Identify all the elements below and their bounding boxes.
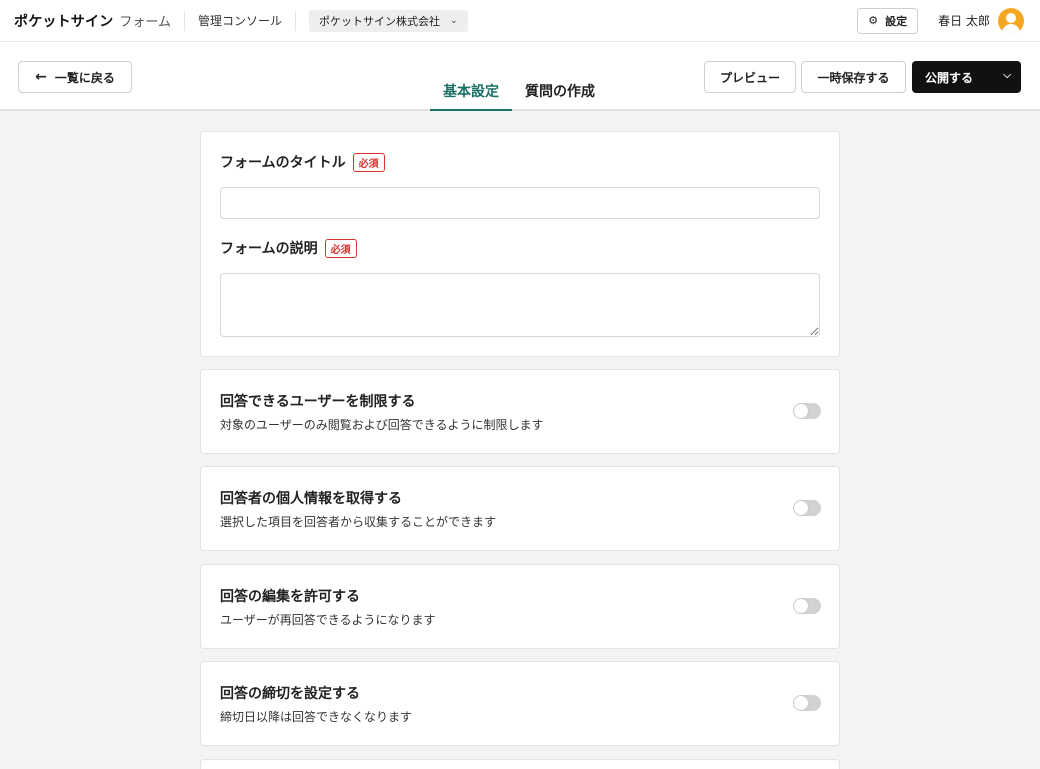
restrict-users-toggle[interactable] [793,403,821,419]
back-to-list-button[interactable]: ← 一覧に戻る [18,61,132,93]
setting-card-partial [200,759,840,769]
publish-label: 公開する [925,70,974,85]
back-label: 一覧に戻る [54,70,115,85]
tab-bar: 基本設定 質問の作成 [430,66,608,111]
chevron-down-icon: ⌄ [450,15,458,26]
header-divider [184,10,186,31]
preview-button[interactable]: プレビュー [704,61,796,93]
user-name[interactable]: 春日 太郎 [938,12,990,29]
setting-card-collect-personal-info: 回答者の個人情報を取得する 選択した項目を回答者から収集することができます [200,466,840,551]
setting-description: 選択した項目を回答者から収集することができます [220,515,497,529]
form-description-label-text: フォームの説明 [220,241,318,257]
form-toolbar: ← 一覧に戻る 基本設定 質問の作成 プレビュー 一時保存する 公開する ⌵ [0,42,1040,111]
form-title-label: フォームのタイトル 必須 [220,152,385,172]
form-description-textarea[interactable] [220,273,820,337]
chevron-down-icon[interactable]: ⌵ [1003,70,1011,81]
settings-label: 設定 [885,14,908,28]
top-header: ポケットサイン フォーム 管理コンソール ポケットサイン株式会社 ⌄ ⚙ 設定 … [0,0,1040,42]
brand-name: ポケットサイン [14,13,114,30]
save-draft-button[interactable]: 一時保存する [801,61,906,93]
setting-title: 回答できるユーザーを制限する [220,394,416,410]
deadline-toggle[interactable] [793,695,821,711]
form-basics-card: フォームのタイトル 必須 フォームの説明 必須 [200,131,840,357]
allow-edit-toggle[interactable] [793,598,821,614]
setting-description: 締切日以降は回答できなくなります [220,710,413,724]
admin-console-link[interactable]: 管理コンソール [198,12,282,29]
required-badge: 必須 [324,238,357,258]
tab-create-questions[interactable]: 質問の作成 [512,66,608,111]
organization-select[interactable]: ポケットサイン株式会社 ⌄ [309,9,468,32]
publish-button[interactable]: 公開する ⌵ [912,61,1021,93]
setting-card-deadline: 回答の締切を設定する 締切日以降は回答できなくなります [200,661,840,746]
collect-personal-info-toggle[interactable] [793,500,821,516]
setting-title: 回答の編集を許可する [220,589,360,605]
setting-card-restrict-users: 回答できるユーザーを制限する 対象のユーザーのみ閲覧および回答できるように制限し… [200,369,840,454]
brand-product: フォーム [119,14,172,30]
user-avatar-icon[interactable] [998,7,1024,34]
form-title-label-text: フォームのタイトル [220,155,346,171]
required-badge: 必須 [352,152,385,172]
form-description-label: フォームの説明 必須 [220,238,357,258]
gear-icon: ⚙ [868,14,879,27]
arrow-left-icon: ← [35,69,47,85]
settings-button[interactable]: ⚙ 設定 [857,7,919,34]
organization-name: ポケットサイン株式会社 [319,14,441,28]
setting-description: 対象のユーザーのみ閲覧および回答できるように制限します [220,418,544,432]
header-divider [295,10,297,31]
setting-title: 回答の締切を設定する [220,686,360,702]
setting-card-allow-edit: 回答の編集を許可する ユーザーが再回答できるようになります [200,564,840,649]
tab-basic-settings[interactable]: 基本設定 [430,66,512,111]
setting-description: ユーザーが再回答できるようになります [220,613,436,627]
form-title-input[interactable] [220,187,820,219]
app-logo[interactable]: ポケットサイン フォーム [14,11,171,31]
setting-title: 回答者の個人情報を取得する [220,491,402,507]
